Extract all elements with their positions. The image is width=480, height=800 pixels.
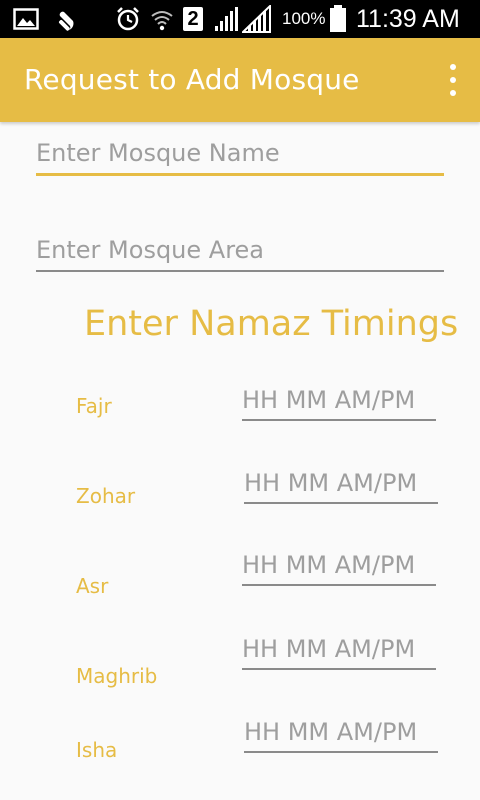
- timings-heading: Enter Namaz Timings: [84, 304, 459, 344]
- sim-number: 2: [183, 7, 203, 31]
- alarm-icon: [114, 6, 142, 32]
- app-bar: Request to Add Mosque: [0, 38, 480, 122]
- signal-icon: [242, 5, 272, 33]
- zohar-time-input[interactable]: [244, 464, 438, 504]
- status-bar: 2 100% 11:39 AM: [0, 0, 480, 38]
- menu-dot: [450, 90, 456, 96]
- maghrib-time-input[interactable]: [242, 630, 436, 670]
- battery-percent: 100%: [282, 9, 326, 28]
- prayer-label-maghrib: Maghrib: [76, 664, 158, 688]
- battery-icon: [328, 5, 348, 32]
- more-vert-icon[interactable]: [446, 64, 460, 96]
- isha-time-input[interactable]: [244, 713, 438, 753]
- prayer-label-isha: Isha: [76, 738, 118, 762]
- mosque-area-input[interactable]: [36, 230, 444, 272]
- asr-time-input[interactable]: [242, 546, 436, 586]
- prayer-label-asr: Asr: [76, 574, 109, 598]
- mosque-name-input[interactable]: [36, 132, 444, 176]
- page-title: Request to Add Mosque: [24, 63, 360, 96]
- wifi-icon: [148, 6, 176, 32]
- fajr-time-input[interactable]: [242, 381, 436, 421]
- menu-dot: [450, 64, 456, 70]
- status-time: 11:39 AM: [356, 5, 460, 33]
- menu-dot: [450, 77, 456, 83]
- sim-2-icon: 2: [182, 6, 204, 32]
- signal-icon: [212, 6, 240, 32]
- image-icon: [12, 6, 40, 32]
- wrench-icon: [48, 6, 76, 32]
- prayer-label-zohar: Zohar: [76, 484, 136, 508]
- prayer-label-fajr: Fajr: [76, 394, 112, 418]
